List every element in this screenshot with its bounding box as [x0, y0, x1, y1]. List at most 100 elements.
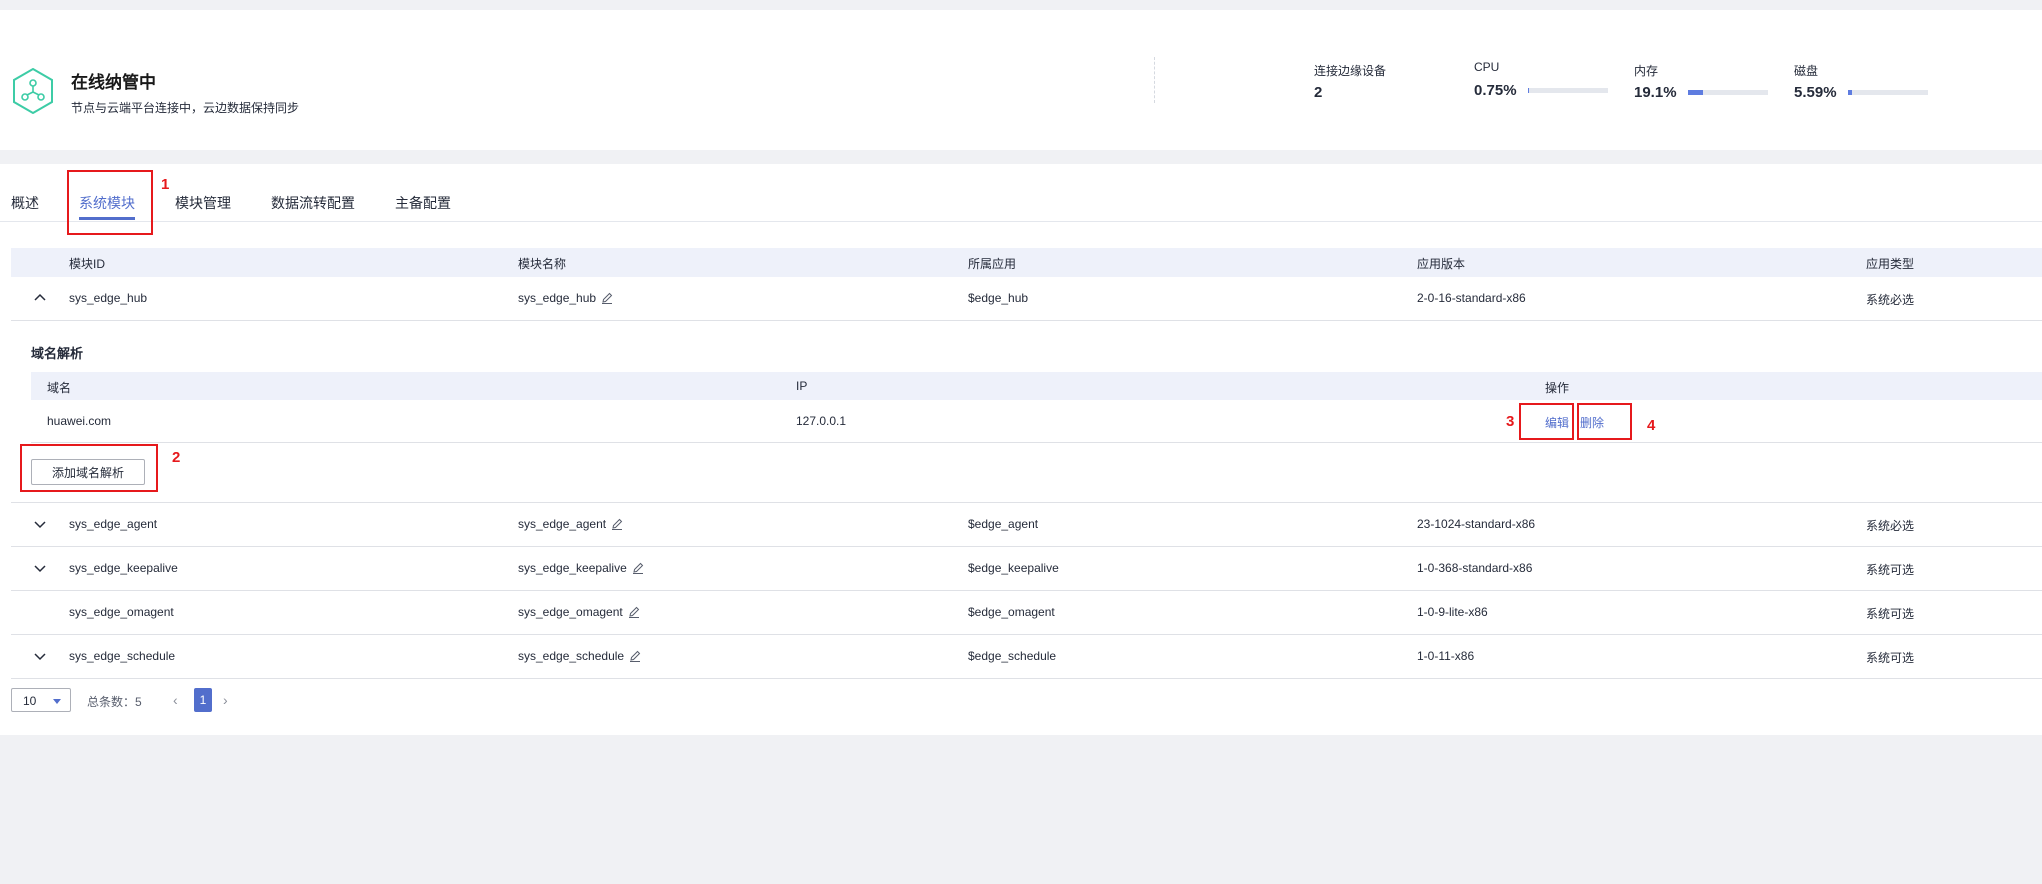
module-name: sys_edge_agent	[518, 517, 623, 531]
module-type: 系统可选	[1866, 563, 1915, 577]
dns-title: 域名解析	[31, 346, 84, 361]
metric-devices: 连接边缘设备 2	[1314, 62, 1386, 101]
module-name-text: sys_edge_keepalive	[518, 561, 627, 575]
module-app: $edge_omagent	[968, 605, 1055, 619]
module-id: sys_edge_keepalive	[69, 561, 178, 575]
caret-down-icon	[53, 699, 61, 704]
dns-domain: huawei.com	[47, 414, 112, 428]
module-type: 系统可选	[1866, 607, 1915, 621]
chevron-down-icon[interactable]	[32, 516, 48, 532]
add-dns-button[interactable]: 添加域名解析	[31, 459, 145, 485]
metric-label: 磁盘	[1794, 64, 1819, 78]
table-row: sys_edge_omagent sys_edge_omagent $edge_…	[11, 591, 2042, 635]
column-header: 模块名称	[518, 257, 567, 271]
page-number-current[interactable]: 1	[194, 688, 212, 712]
module-name: sys_edge_hub	[518, 291, 613, 305]
column-header: 应用版本	[1417, 257, 1466, 271]
module-version: 1-0-9-lite-x86	[1417, 605, 1488, 619]
module-type: 系统必选	[1866, 519, 1915, 533]
pencil-icon[interactable]	[628, 606, 640, 618]
metric-label: 内存	[1634, 64, 1659, 78]
module-version: 2-0-16-standard-x86	[1417, 291, 1526, 305]
table-row: sys_edge_agent sys_edge_agent $edge_agen…	[11, 503, 2042, 547]
metric-value: 2	[1314, 84, 1323, 101]
column-header: 所属应用	[968, 257, 1017, 271]
status-description: 节点与云端平台连接中，云边数据保持同步	[71, 101, 300, 115]
tab-module-management[interactable]: 模块管理	[175, 193, 231, 213]
column-header: IP	[796, 379, 808, 393]
main-card: 概述 系统模块 模块管理 数据流转配置 主备配置 1 2 3 4 模块ID 模块…	[0, 164, 2042, 735]
chevron-down-icon[interactable]	[32, 560, 48, 576]
modules-table: 模块ID 模块名称 所属应用 应用版本 应用类型 sys_edge_hub sy…	[11, 248, 2042, 679]
page-size-value: 10	[23, 694, 37, 708]
cpu-progress-fill	[1527, 88, 1530, 93]
dns-panel: 域名解析 域名 IP 操作 huawei.com 127.0.0.1 编辑 删除…	[11, 321, 2042, 503]
module-version: 1-0-11-x86	[1417, 649, 1475, 663]
tab-bar: 概述 系统模块 模块管理 数据流转配置 主备配置	[0, 164, 2042, 222]
table-row: sys_edge_schedule sys_edge_schedule $edg…	[11, 635, 2042, 679]
tab-data-flow-config[interactable]: 数据流转配置	[271, 193, 355, 213]
column-header: 域名	[47, 381, 72, 395]
module-app: $edge_keepalive	[968, 561, 1059, 575]
pagination: 10 总条数：5 ‹ 1 ›	[11, 688, 611, 712]
metric-value: 5.59%	[1794, 84, 1837, 101]
metric-cpu: CPU 0.75%	[1474, 60, 1608, 99]
module-app: $edge_agent	[968, 517, 1039, 531]
column-header: 模块ID	[69, 257, 106, 271]
total-count: 总条数：5	[87, 695, 142, 709]
module-name: sys_edge_keepalive	[518, 561, 644, 575]
module-id: sys_edge_hub	[69, 291, 148, 305]
chevron-left-icon[interactable]: ‹	[173, 692, 178, 708]
metric-disk: 磁盘 5.59%	[1794, 62, 1928, 101]
dns-table-header: 域名 IP 操作	[31, 372, 2042, 400]
module-id: sys_edge_omagent	[69, 605, 174, 619]
divider	[1154, 57, 1155, 103]
module-app: $edge_hub	[968, 291, 1029, 305]
tab-overview[interactable]: 概述	[11, 193, 39, 213]
module-version: 1-0-368-standard-x86	[1417, 561, 1533, 575]
dns-ip: 127.0.0.1	[796, 414, 847, 428]
module-version: 23-1024-standard-x86	[1417, 517, 1536, 531]
pencil-icon[interactable]	[601, 292, 613, 304]
dns-row: huawei.com 127.0.0.1 编辑 删除	[31, 400, 2042, 443]
module-name-text: sys_edge_hub	[518, 291, 597, 305]
delete-link[interactable]: 删除	[1580, 414, 1604, 431]
table-header: 模块ID 模块名称 所属应用 应用版本 应用类型	[11, 248, 2042, 277]
disk-progress-fill	[1847, 90, 1853, 95]
hexagon-network-icon	[13, 68, 53, 114]
metric-value: 0.75%	[1474, 82, 1517, 99]
chevron-down-icon[interactable]	[32, 648, 48, 664]
pencil-icon[interactable]	[611, 518, 623, 530]
disk-progress-bar	[1847, 90, 1928, 95]
module-id: sys_edge_agent	[69, 517, 158, 531]
module-type: 系统可选	[1866, 651, 1915, 665]
module-name-text: sys_edge_agent	[518, 517, 607, 531]
cpu-progress-bar	[1527, 88, 1608, 93]
metric-memory: 内存 19.1%	[1634, 62, 1768, 101]
status-title: 在线纳管中	[71, 73, 156, 92]
chevron-up-icon[interactable]	[32, 290, 48, 306]
module-app: $edge_schedule	[968, 649, 1057, 663]
memory-progress-bar	[1687, 90, 1768, 95]
metric-label: 连接边缘设备	[1314, 64, 1387, 78]
pencil-icon[interactable]	[632, 562, 644, 574]
status-card: 在线纳管中 节点与云端平台连接中，云边数据保持同步 连接边缘设备 2 CPU 0…	[0, 10, 2042, 150]
chevron-right-icon[interactable]: ›	[223, 692, 228, 708]
column-header: 操作	[1545, 381, 1570, 395]
module-name-text: sys_edge_schedule	[518, 649, 625, 663]
metric-value: 19.1%	[1634, 84, 1677, 101]
table-row: sys_edge_keepalive sys_edge_keepalive $e…	[11, 547, 2042, 591]
module-id: sys_edge_schedule	[69, 649, 176, 663]
table-row: sys_edge_hub sys_edge_hub $edge_hub 2-0-…	[11, 277, 2042, 321]
memory-progress-fill	[1687, 90, 1703, 95]
edit-link[interactable]: 编辑	[1545, 414, 1569, 431]
module-name: sys_edge_schedule	[518, 649, 641, 663]
tab-master-backup-config[interactable]: 主备配置	[395, 193, 451, 213]
pencil-icon[interactable]	[629, 650, 641, 662]
module-type: 系统必选	[1866, 293, 1915, 307]
module-name-text: sys_edge_omagent	[518, 605, 623, 619]
annotation-number-1: 1	[161, 176, 170, 193]
column-header: 应用类型	[1866, 257, 1915, 271]
page-size-select[interactable]: 10	[11, 688, 71, 712]
annotation-box-1	[67, 170, 153, 235]
